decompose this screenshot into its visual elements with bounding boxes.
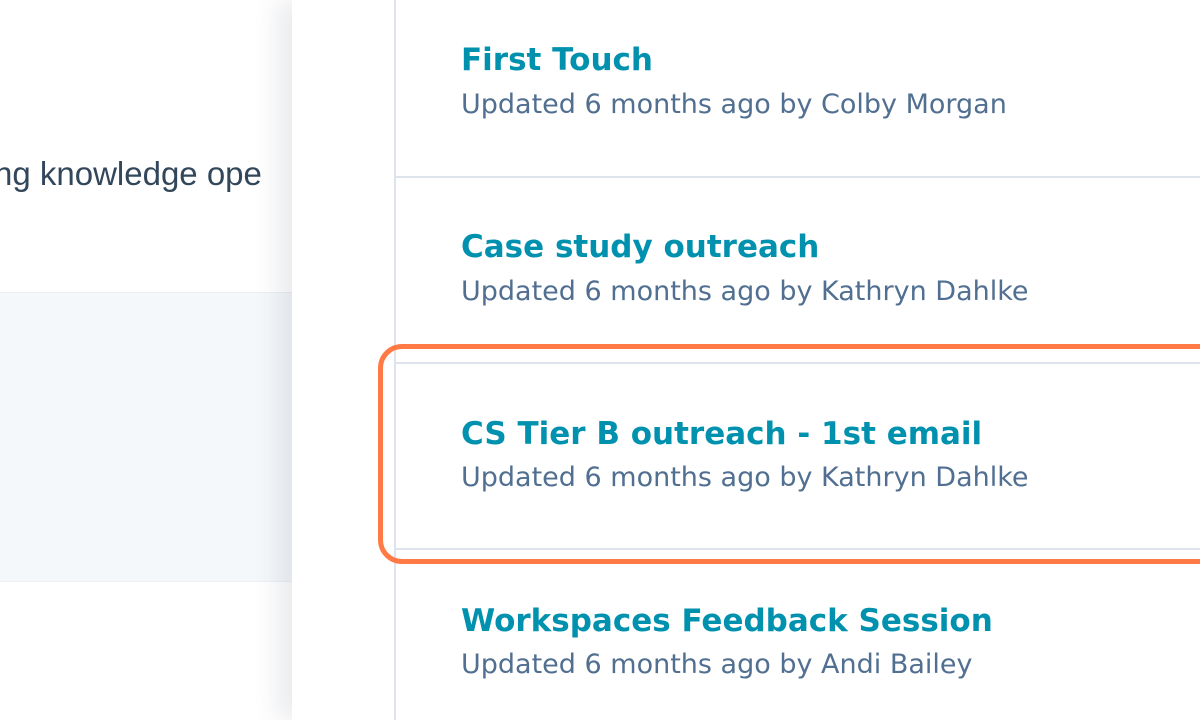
- template-item-workspaces-feedback-session[interactable]: Workspaces Feedback Session Updated 6 mo…: [396, 550, 1200, 720]
- templates-list: First Touch Updated 6 months ago by Colb…: [396, 0, 1200, 720]
- background-partial-text: ng knowledge ope: [0, 155, 262, 192]
- template-title-link[interactable]: Case study outreach: [461, 227, 819, 267]
- template-updated-meta: Updated 6 months ago by Andi Bailey: [461, 649, 973, 680]
- background-card: ng knowledge ope: [0, 0, 300, 292]
- template-title-link[interactable]: CS Tier B outreach - 1st email: [461, 414, 982, 454]
- template-item-case-study-outreach[interactable]: Case study outreach Updated 6 months ago…: [396, 178, 1200, 364]
- template-updated-meta: Updated 6 months ago by Kathryn Dahlke: [461, 462, 1029, 493]
- template-title-link[interactable]: Workspaces Feedback Session: [461, 601, 993, 641]
- template-updated-meta: Updated 6 months ago by Colby Morgan: [461, 89, 1007, 120]
- background-band: [0, 292, 300, 582]
- template-item-cs-tier-b-outreach[interactable]: CS Tier B outreach - 1st email Updated 6…: [396, 364, 1200, 550]
- background-page: ng knowledge ope: [0, 0, 300, 720]
- template-item-first-touch[interactable]: First Touch Updated 6 months ago by Colb…: [396, 0, 1200, 178]
- templates-panel: First Touch Updated 6 months ago by Colb…: [292, 0, 1200, 720]
- screen: ng knowledge ope First Touch Updated 6 m…: [0, 0, 1200, 720]
- template-updated-meta: Updated 6 months ago by Kathryn Dahlke: [461, 276, 1029, 307]
- panel-gutter: [292, 0, 396, 720]
- template-title-link[interactable]: First Touch: [461, 40, 653, 80]
